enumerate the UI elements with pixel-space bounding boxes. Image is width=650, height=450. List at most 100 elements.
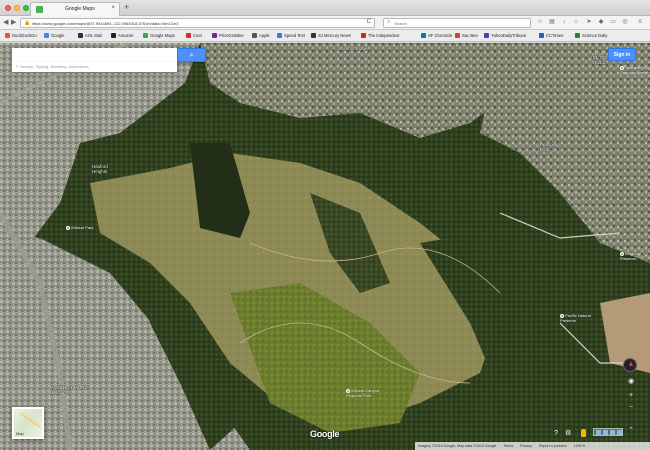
bookmark-item[interactable]: SF Chronicle [421,32,452,40]
bookmark-favicon-icon [78,33,83,38]
bookmark-item[interactable]: Speed Test [277,32,305,40]
reading-list-icon[interactable]: ▤ [548,18,556,27]
map-footer: Imagery ©2016 Google, Map data ©2016 Goo… [415,442,650,450]
map-preview-road [19,412,41,428]
imagery-attribution: Imagery ©2016 Google, Map data ©2016 Goo… [418,444,497,448]
search-icon: ⌕ [189,52,194,59]
browser-search-bar[interactable]: ⌕ [383,18,531,28]
bookmark-favicon-icon [421,33,426,38]
poi-wildcatcanyon[interactable]: Wildcat Canyon Regional Park [346,388,379,398]
download-icon[interactable]: ↓ [560,18,568,27]
park-pin-icon [66,226,70,230]
help-icon[interactable]: ? [553,430,559,437]
bookmark-favicon-icon [484,33,489,38]
bookmark-item[interactable]: AOL Mail [78,32,102,40]
thumbnail[interactable] [610,430,615,435]
zoom-in-icon[interactable]: + [627,392,635,400]
extension-icon[interactable]: ◆ [597,18,605,27]
bookmark-star-icon[interactable]: ☆ [536,18,544,27]
bookmark-label: CCTimes [546,33,564,38]
bookmarks-bar: DuckDuckGo Google AOL Mail Amazon Google Map… [0,30,650,42]
satellite-imagery [0,43,650,450]
satellite-map[interactable]: HasfordHeights EL SOBRANTEHILLS PeacockP… [0,43,650,450]
bookmark-item[interactable]: Google [44,32,65,40]
bookmark-item[interactable]: Sac Bee [455,32,478,40]
imagery-thumbnails[interactable] [593,428,623,436]
zoom-out-icon[interactable]: − [627,404,635,412]
bookmark-favicon-icon [5,33,10,38]
scale-bar[interactable]: 1000 ft [574,444,585,448]
thumbnail[interactable] [617,430,622,435]
bookmark-label: Sac Bee [462,33,478,38]
bookmark-item[interactable]: Amazon [111,32,133,40]
zoom-window-button[interactable] [23,5,29,11]
place-label-belmont: Belmont Ridge [338,46,368,51]
reload-icon[interactable]: C [367,19,371,25]
bookmark-label: DuckDuckGo [12,33,37,38]
pegman-icon[interactable] [581,429,586,437]
thumbnail[interactable] [596,430,601,435]
bookmark-favicon-icon [575,33,580,38]
maps-search-button[interactable]: ⌕ [177,48,206,62]
apps-grid-icon[interactable]: ⋮⋮ [592,51,606,59]
google-logo: Google [310,429,340,439]
bookmark-label: Cnet [193,33,202,38]
privacy-link[interactable]: Privacy [520,444,532,448]
address-bar[interactable]: 🔒 https://www.google.com/maps/@37.951469… [20,18,375,28]
bookmark-label: YahooDailyTribune [491,33,527,38]
bookmark-item[interactable]: The independent [361,32,399,40]
bookmark-item[interactable]: Cnet [186,32,202,40]
map-layer-toggle[interactable]: Map [12,407,44,439]
bookmark-item[interactable]: Google Maps [143,32,175,40]
bookmark-label: Science Daily [582,33,608,38]
place-label-hasford: Hasford Heights [92,164,108,174]
layer-toggle-label: Map [16,431,24,436]
lock-icon: 🔒 [24,20,31,26]
chat-icon[interactable]: ▭ [609,18,617,27]
home-icon[interactable]: ⌂ [572,18,580,27]
report-problem-link[interactable]: Report a problem [539,444,567,448]
compass-icon[interactable] [623,358,637,372]
bookmark-item[interactable]: SJ Mercury News [311,32,351,40]
send-icon[interactable]: ➤ [585,18,593,27]
browser-search-input[interactable] [394,20,524,27]
bookmark-label: The independent [368,33,400,38]
bookmark-favicon-icon [455,33,460,38]
place-label-peacock: Peacock Park [540,142,558,152]
minimize-window-button[interactable] [14,5,20,11]
my-location-icon[interactable]: ◉ [627,378,635,386]
tab-title: Google Maps [65,6,95,12]
bookmark-favicon-icon [186,33,191,38]
poi-sobranteridge[interactable]: Sobrante RidgeRegional Preserve [620,65,650,75]
settings-icon[interactable]: ⚙ [565,430,571,437]
terms-link[interactable]: Terms [503,444,513,448]
menu-icon[interactable]: ≡ [636,18,644,27]
tab-close-icon[interactable]: × [111,5,115,11]
bookmark-item[interactable]: CCTimes [539,32,563,40]
bookmark-favicon-icon [252,33,257,38]
bookmark-favicon-icon [311,33,316,38]
bookmark-label: Google Maps [150,33,175,38]
sync-icon[interactable]: ◎ [621,18,629,27]
thumbnail[interactable] [603,430,608,435]
search-suggestion-hint[interactable]: ? Nearby: Tipping, Breeding, Adventures [12,62,177,72]
bookmark-item[interactable]: DuckDuckGo [5,32,37,40]
back-icon[interactable]: ◀ [3,18,8,27]
expand-chevron-icon[interactable]: ⌃ [627,427,635,435]
close-window-button[interactable] [5,5,11,11]
maps-search-input[interactable] [15,51,175,59]
poi-regpreserve[interactable]: Regional Preserve [620,251,641,261]
bookmark-favicon-icon [44,33,49,38]
bookmark-item[interactable]: PriceGrabber [212,32,244,40]
bookmark-favicon-icon [111,33,116,38]
bookmark-item[interactable]: Apple [252,32,270,40]
bookmark-favicon-icon [277,33,282,38]
signin-button[interactable]: Sign in [608,48,636,61]
forward-icon[interactable]: ▶ [11,18,16,27]
new-tab-button[interactable]: + [124,3,129,12]
bookmark-item[interactable]: YahooDailyTribune [484,32,526,40]
poi-pacificnatural[interactable]: Pacific Natural Preserve [560,313,591,323]
poi-wildcatpark[interactable]: Wildcat Park [66,225,93,230]
tab-google-maps[interactable]: Google Maps × [30,2,120,16]
bookmark-item[interactable]: Science Daily [575,32,607,40]
